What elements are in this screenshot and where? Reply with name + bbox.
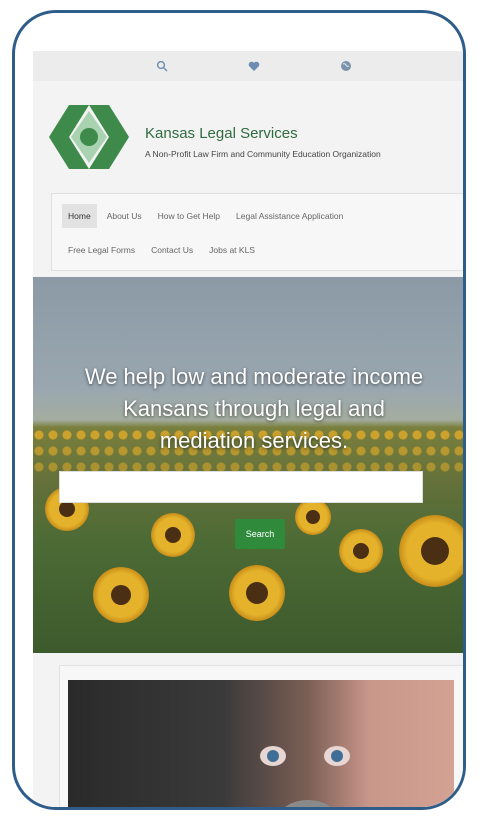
kls-logo[interactable] xyxy=(49,97,129,177)
sunflower-image xyxy=(295,499,331,535)
sunflower-image xyxy=(151,513,195,557)
nav-row-2: Free Legal Forms Contact Us Jobs at KLS xyxy=(62,238,261,262)
photo-eye xyxy=(324,746,350,766)
nav-item-legal-assistance-application[interactable]: Legal Assistance Application xyxy=(230,204,349,228)
nav-item-jobs-at-kls[interactable]: Jobs at KLS xyxy=(203,238,261,262)
nav-item-home[interactable]: Home xyxy=(62,204,97,228)
hero-banner: We help low and moderate income Kansans … xyxy=(33,277,463,653)
hero-headline-line: We help low and moderate income xyxy=(84,364,424,389)
hero-headline-line: Kansans through legal and xyxy=(123,396,385,421)
nav-item-contact-us[interactable]: Contact Us xyxy=(145,238,199,262)
phone-frame: Kansas Legal Services A Non-Profit Law F… xyxy=(12,10,466,810)
utility-bar xyxy=(33,51,463,81)
search-button[interactable]: Search xyxy=(235,519,285,549)
hero-headline-line: mediation services. xyxy=(159,428,349,453)
browser-screen: Kansas Legal Services A Non-Profit Law F… xyxy=(33,51,463,807)
sunflower-image xyxy=(399,515,463,587)
site-tagline: A Non-Profit Law Firm and Community Educ… xyxy=(145,149,381,159)
sunflower-image xyxy=(229,565,285,621)
baby-photo[interactable] xyxy=(68,680,454,807)
sunflower-image xyxy=(93,567,149,623)
heart-icon[interactable] xyxy=(245,57,263,75)
nav-item-about-us[interactable]: About Us xyxy=(101,204,148,228)
nav-row-1: Home About Us How to Get Help Legal Assi… xyxy=(62,204,349,228)
nav-item-free-legal-forms[interactable]: Free Legal Forms xyxy=(62,238,141,262)
main-navigation: Home About Us How to Get Help Legal Assi… xyxy=(51,193,463,271)
search-icon[interactable] xyxy=(153,57,171,75)
photo-eye xyxy=(260,746,286,766)
content-card xyxy=(59,665,463,807)
nav-item-how-to-get-help[interactable]: How to Get Help xyxy=(152,204,226,228)
sunflower-image xyxy=(339,529,383,573)
globe-icon[interactable] xyxy=(337,57,355,75)
site-title[interactable]: Kansas Legal Services xyxy=(145,125,298,142)
photo-pacifier xyxy=(278,800,338,807)
search-input[interactable] xyxy=(59,471,423,503)
hero-headline: We help low and moderate income Kansans … xyxy=(33,361,463,457)
site-header: Kansas Legal Services A Non-Profit Law F… xyxy=(33,85,463,185)
